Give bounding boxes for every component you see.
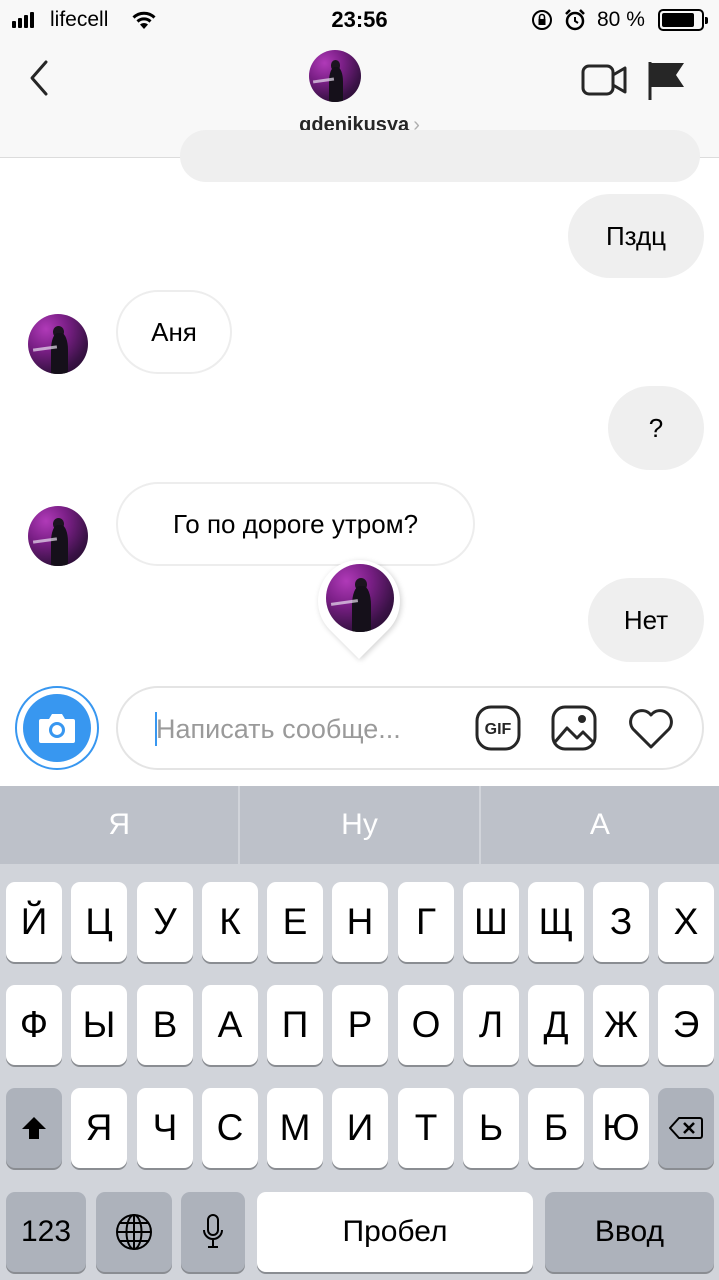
message-composer[interactable]: GIF — [116, 686, 704, 770]
suggestion-bar: Я Ну А — [0, 786, 719, 864]
suggestion-item[interactable]: А — [481, 786, 719, 864]
message-text: Го по дороге утром? — [172, 508, 419, 539]
key[interactable]: М — [267, 1088, 323, 1168]
globe-key[interactable] — [96, 1192, 172, 1272]
message-bubble-partial — [180, 130, 700, 182]
key[interactable]: Н — [332, 882, 388, 962]
return-key[interactable]: Ввод — [545, 1192, 714, 1272]
dictation-key[interactable] — [181, 1192, 245, 1272]
key[interactable]: К — [202, 882, 258, 962]
video-call-icon[interactable] — [580, 60, 628, 100]
numbers-key[interactable]: 123 — [6, 1192, 86, 1272]
sender-avatar[interactable] — [28, 506, 88, 566]
key[interactable]: Р — [332, 985, 388, 1065]
key[interactable]: Ж — [593, 985, 649, 1065]
key[interactable]: Ц — [71, 882, 127, 962]
heart-icon[interactable] — [626, 704, 676, 752]
message-text: Нет — [623, 604, 669, 635]
key[interactable]: Т — [398, 1088, 454, 1168]
keyboard: Я Ну А Й Ц У К Е Н Г Ш Щ З Х Ф Ы В А П Р… — [0, 786, 719, 1280]
key[interactable]: Я — [71, 1088, 127, 1168]
delete-key[interactable] — [658, 1088, 714, 1168]
globe-icon — [116, 1214, 152, 1250]
key[interactable]: П — [267, 985, 323, 1065]
key[interactable]: В — [137, 985, 193, 1065]
back-chevron-icon[interactable] — [22, 56, 58, 100]
key[interactable]: Ф — [6, 985, 62, 1065]
suggestion-item[interactable]: Я — [0, 786, 238, 864]
camera-icon — [39, 714, 75, 743]
space-key[interactable]: Пробел — [257, 1192, 533, 1272]
message-bubble-outgoing[interactable]: Пздц — [568, 194, 704, 278]
battery-icon — [658, 9, 708, 31]
shift-key[interactable] — [6, 1088, 62, 1168]
key[interactable]: Ь — [463, 1088, 519, 1168]
header-avatar[interactable] — [309, 50, 361, 102]
seen-avatar — [326, 564, 394, 632]
suggestion-item[interactable]: Ну — [240, 786, 478, 864]
alarm-icon — [565, 9, 585, 31]
key[interactable]: У — [137, 882, 193, 962]
message-text: Пздц — [605, 220, 667, 251]
key[interactable]: Ч — [137, 1088, 193, 1168]
key[interactable]: Ю — [593, 1088, 649, 1168]
gif-icon[interactable]: GIF — [474, 704, 522, 752]
message-text: ? — [648, 412, 664, 443]
battery-percent: 80 % — [597, 8, 645, 31]
key[interactable]: Б — [528, 1088, 584, 1168]
message-bubble-outgoing[interactable]: Нет — [588, 578, 704, 662]
key[interactable]: О — [398, 985, 454, 1065]
sender-avatar[interactable] — [28, 314, 88, 374]
key[interactable]: З — [593, 882, 649, 962]
key[interactable]: Л — [463, 985, 519, 1065]
key[interactable]: Х — [658, 882, 714, 962]
key[interactable]: А — [202, 985, 258, 1065]
flag-icon[interactable] — [644, 58, 688, 102]
message-bubble-incoming[interactable]: Го по дороге утром? — [116, 482, 475, 566]
message-bubble-outgoing[interactable]: ? — [608, 386, 704, 470]
key[interactable]: Щ — [528, 882, 584, 962]
key[interactable]: Д — [528, 985, 584, 1065]
key[interactable]: С — [202, 1088, 258, 1168]
message-input[interactable] — [156, 710, 446, 748]
key[interactable]: Е — [267, 882, 323, 962]
seen-indicator — [301, 543, 417, 659]
message-bubble-incoming[interactable]: Аня — [116, 290, 232, 374]
camera-button[interactable] — [15, 686, 99, 770]
rotation-lock-icon — [532, 10, 552, 30]
shift-icon — [22, 1117, 46, 1139]
key[interactable]: И — [332, 1088, 388, 1168]
message-text: Аня — [151, 316, 197, 347]
backspace-icon — [669, 1117, 703, 1139]
key[interactable]: Ш — [463, 882, 519, 962]
key[interactable]: Ы — [71, 985, 127, 1065]
status-bar: lifecell 23:56 80 % — [0, 0, 719, 40]
svg-text:GIF: GIF — [485, 721, 512, 738]
key[interactable]: Г — [398, 882, 454, 962]
microphone-icon — [203, 1214, 223, 1248]
key[interactable]: Э — [658, 985, 714, 1065]
gallery-icon[interactable] — [550, 704, 598, 752]
key[interactable]: Й — [6, 882, 62, 962]
